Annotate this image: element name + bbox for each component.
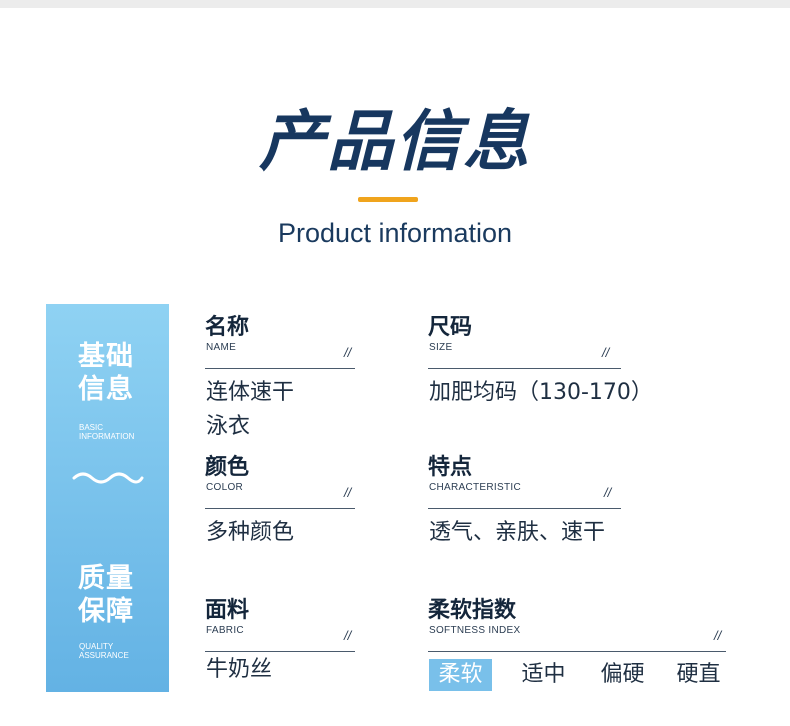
name-divider-mark: // xyxy=(344,345,352,360)
size-divider-mark: // xyxy=(602,345,610,360)
name-label: 名称 xyxy=(205,315,250,340)
softness-underline xyxy=(428,651,726,652)
name-english-label: NAME xyxy=(206,342,237,353)
softness-option-stiff: 硬直 xyxy=(676,662,721,687)
color-underline xyxy=(205,508,355,509)
softness-label: 柔软指数 xyxy=(428,598,517,623)
size-underline xyxy=(428,368,621,369)
fabric-value: 牛奶丝 xyxy=(206,657,273,682)
fabric-underline xyxy=(205,651,355,652)
softness-option-soft: 柔软 xyxy=(429,659,492,691)
color-value: 多种颜色 xyxy=(206,520,295,545)
softness-option-medium: 适中 xyxy=(521,662,566,687)
name-underline xyxy=(205,368,355,369)
wave-icon xyxy=(72,472,144,484)
size-english-label: SIZE xyxy=(429,342,453,353)
softness-divider-mark: // xyxy=(714,628,722,643)
fabric-english-label: FABRIC xyxy=(206,625,244,636)
title-accent-line xyxy=(358,197,418,202)
page-title: 产品信息 xyxy=(259,103,531,180)
softness-english-label: SOFTNESS INDEX xyxy=(429,625,521,636)
fabric-divider-mark: // xyxy=(344,628,352,643)
name-value-line-1: 连体速干 xyxy=(206,380,295,405)
page-subtitle: Product information xyxy=(277,218,513,248)
basic-info-english: BASIC INFORMATION xyxy=(79,423,135,441)
quality-assurance-english: QUALITY ASSURANCE xyxy=(79,642,129,660)
color-english-label: COLOR xyxy=(206,482,244,493)
feature-value: 透气、亲肤、速干 xyxy=(429,520,606,545)
basic-info-heading: 基础 信息 xyxy=(78,341,134,405)
size-label: 尺码 xyxy=(428,315,473,340)
top-strip xyxy=(0,0,790,8)
feature-label: 特点 xyxy=(428,455,473,480)
quality-assurance-heading: 质量 保障 xyxy=(78,563,134,627)
name-value-line-2: 泳衣 xyxy=(206,414,251,439)
softness-option-firm: 偏硬 xyxy=(600,662,645,687)
color-divider-mark: // xyxy=(344,485,352,500)
color-label: 颜色 xyxy=(205,455,250,480)
sidebar-panel: 基础 信息 BASIC INFORMATION 质量 保障 QUALITY AS… xyxy=(46,304,169,692)
feature-english-label: CHARACTERISTIC xyxy=(429,482,521,493)
fabric-label: 面料 xyxy=(205,598,250,623)
feature-divider-mark: // xyxy=(604,485,612,500)
size-value: 加肥均码（130-170） xyxy=(429,380,653,405)
feature-underline xyxy=(428,508,621,509)
